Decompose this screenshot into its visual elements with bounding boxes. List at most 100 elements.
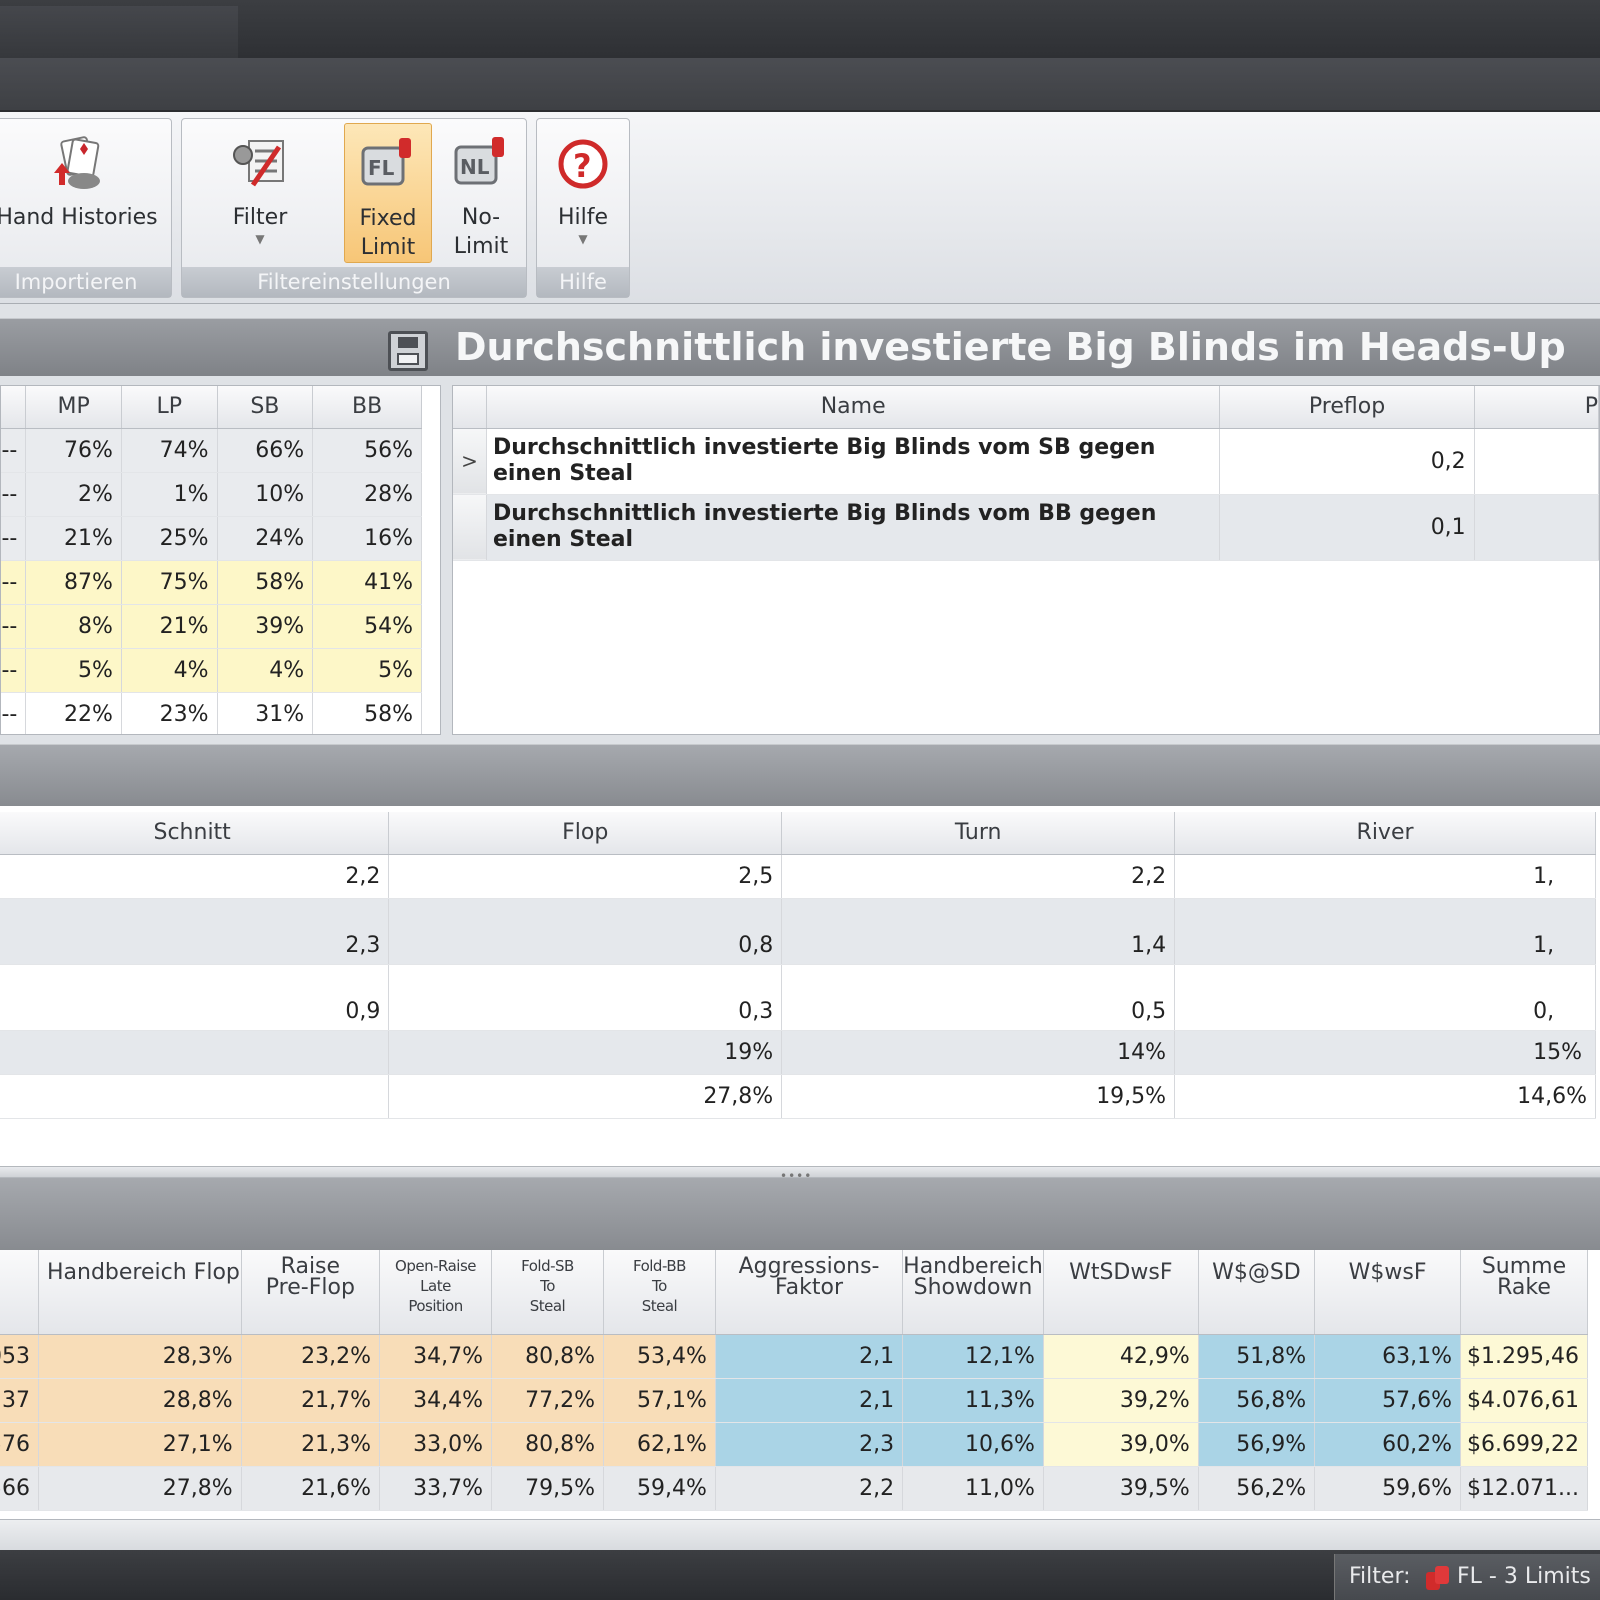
fl-icon: FL — [361, 138, 411, 186]
cell: 80,8% — [491, 1422, 604, 1467]
cell: 0,3 — [388, 964, 783, 1031]
table-row[interactable]: 27,8% 19,5% 14,6% — [0, 1074, 1596, 1119]
no-limit-label: No-Limit — [453, 205, 509, 259]
column-header-handbereich-showdown[interactable]: Handbereich Showdown — [902, 1250, 1044, 1335]
cell: 56,8% — [1198, 1378, 1316, 1423]
cell: 16% — [312, 516, 422, 561]
cell: 28,8% — [38, 1378, 242, 1423]
cell: 51,8% — [1198, 1334, 1316, 1379]
cell: 21% — [25, 516, 122, 561]
table-row[interactable]: -- 76% 74% 66% 56% — [1, 428, 422, 473]
cell: 11,3% — [902, 1378, 1044, 1423]
hand-histories-button[interactable]: Hand Histories — [0, 123, 163, 263]
column-header-raise-preflop[interactable]: Raise Pre-Flop — [241, 1250, 381, 1335]
table-header-row: Handbereich Flop Raise Pre-Flop Open-Rais… — [0, 1250, 1589, 1335]
cell: 2,1 — [715, 1334, 904, 1379]
table-row[interactable]: 23728,8%21,7%34,4%77,2%57,1%2,111,3%39,2… — [0, 1378, 1589, 1423]
cell: 0,5 — [781, 964, 1176, 1031]
cell: 14% — [781, 1030, 1176, 1075]
table-row[interactable]: 2,2 2,5 2,2 1, — [0, 854, 1596, 899]
table-row[interactable]: 2,3 0,8 1,4 1, — [0, 898, 1596, 965]
ribbon-group-filter: Filter ▼ FL Fixed Limit NL No-Limit Filt… — [181, 118, 527, 298]
cell — [1474, 428, 1599, 495]
table-row[interactable]: Durchschnittlich investierte Big Blinds … — [453, 494, 1599, 561]
cell — [0, 1030, 390, 1075]
cell: 10,6% — [902, 1422, 1044, 1467]
column-header-p[interactable]: P — [1474, 386, 1599, 429]
column-header-turn[interactable]: Turn — [781, 812, 1176, 855]
column-header-wtsdwsf[interactable]: WtSDwsF — [1043, 1250, 1199, 1335]
table-row[interactable]: -- 22% 23% 31% 58% — [1, 692, 422, 734]
cell: 79,5% — [491, 1466, 604, 1511]
cell: 1% — [121, 472, 218, 517]
column-header-flop[interactable]: Flop — [388, 812, 783, 855]
table-row[interactable]: -- 2% 1% 10% 28% — [1, 472, 422, 517]
table-row[interactable]: 57627,1%21,3%33,0%80,8%62,1%2,310,6%39,0… — [0, 1422, 1589, 1467]
cell: 14,6% — [1174, 1074, 1596, 1119]
save-icon[interactable] — [388, 331, 428, 371]
column-header-fold-bb-to-steal[interactable]: Fold-BB To Steal — [603, 1250, 716, 1335]
table-row[interactable]: -- 21% 25% 24% 16% — [1, 516, 422, 561]
table-row[interactable]: 0,9 0,3 0,5 0, — [0, 964, 1596, 1031]
table-row[interactable]: 19% 14% 15% — [0, 1030, 1596, 1075]
ribbon-group-label: Importieren — [0, 267, 171, 297]
preflop-value: 0,2 — [1219, 428, 1475, 495]
cell: 56,9% — [1198, 1422, 1316, 1467]
column-header-open-raise-late[interactable]: Open-Raise Late Position — [379, 1250, 492, 1335]
table-header-row: Name Preflop P — [453, 386, 1599, 429]
fixed-limit-button[interactable]: FL Fixed Limit — [344, 123, 432, 263]
column-header-wwsf[interactable]: W$wsF — [1314, 1250, 1461, 1335]
cell: 87% — [25, 560, 122, 605]
cell: 58% — [217, 560, 314, 605]
column-header[interactable] — [1, 386, 27, 429]
column-header-name[interactable]: Name — [486, 386, 1221, 429]
column-header-lp[interactable]: LP — [121, 386, 218, 429]
horizontal-scrollbar[interactable] — [0, 1520, 1600, 1550]
report-title: Durchschnittlich investierte Big Blinds … — [455, 325, 1566, 369]
chevron-down-icon[interactable]: ▼ — [539, 232, 627, 246]
table-row[interactable]: -- 5% 4% 4% 5% — [1, 648, 422, 693]
cell: 41% — [312, 560, 422, 605]
column-header-preflop[interactable]: Preflop — [1219, 386, 1475, 429]
row-selector-header[interactable] — [453, 386, 487, 429]
filter-status[interactable]: Filter: FL - 3 Limits — [1334, 1554, 1600, 1600]
column-header-mp[interactable]: MP — [25, 386, 122, 429]
chevron-down-icon[interactable]: ▼ — [216, 232, 304, 246]
row-selector[interactable] — [453, 494, 487, 561]
column-header-river[interactable]: River — [1174, 812, 1596, 855]
row-selector[interactable]: > — [453, 428, 487, 495]
window-tab[interactable] — [0, 6, 238, 58]
table-row[interactable]: > Durchschnittlich investierte Big Blind… — [453, 428, 1599, 495]
cell: 33,0% — [379, 1422, 492, 1467]
cell: 39,2% — [1043, 1378, 1199, 1423]
help-button[interactable]: ? Hilfe ▼ — [539, 123, 627, 263]
cell: 28,3% — [38, 1334, 242, 1379]
column-header-sb[interactable]: SB — [217, 386, 314, 429]
table-row[interactable]: -- 87% 75% 58% 41% — [1, 560, 422, 605]
cell — [0, 1074, 390, 1119]
ribbon: Hand Histories Importieren Filter ▼ FL F… — [0, 112, 1600, 304]
cell: -- — [1, 648, 27, 693]
cell: -- — [1, 604, 27, 649]
column-header-schnitt[interactable]: Schnitt — [0, 812, 390, 855]
table-row[interactable]: -- 8% 21% 39% 54% — [1, 604, 422, 649]
no-limit-button[interactable]: NL No-Limit — [435, 123, 527, 263]
cell: 59,4% — [603, 1466, 716, 1511]
column-header-handbereich-flop[interactable]: Handbereich Flop — [38, 1250, 242, 1335]
column-header-aggressions-faktor[interactable]: Aggressions- Faktor — [715, 1250, 904, 1335]
cell: 2% — [25, 472, 122, 517]
table-row[interactable]: 05328,3%23,2%34,7%80,8%53,4%2,112,1%42,9… — [0, 1334, 1589, 1379]
cell: 63,1% — [1314, 1334, 1461, 1379]
splitter-handle[interactable]: •••• — [0, 1166, 1600, 1183]
column-header-bb[interactable]: BB — [312, 386, 422, 429]
ribbon-group-label: Filtereinstellungen — [182, 267, 526, 297]
cell: 34,4% — [379, 1378, 492, 1423]
cell: 27,8% — [388, 1074, 783, 1119]
column-header-fold-sb-to-steal[interactable]: Fold-SB To Steal — [491, 1250, 604, 1335]
cell: 80,8% — [491, 1334, 604, 1379]
column-header[interactable] — [0, 1250, 39, 1335]
filter-button[interactable]: Filter ▼ — [216, 123, 304, 263]
total-row[interactable]: 56627,8%21,6%33,7%79,5%59,4%2,211,0%39,5… — [0, 1466, 1589, 1511]
column-header-wsd[interactable]: W$@SD — [1198, 1250, 1316, 1335]
column-header-summe-rake[interactable]: Summe Rake — [1460, 1250, 1589, 1335]
